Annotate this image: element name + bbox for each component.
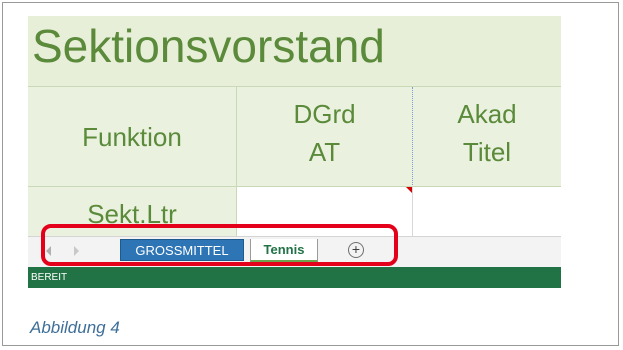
header-cell-dgrd[interactable]: DGrd AT [237,87,413,187]
status-bar: BEREIT [28,267,561,288]
highlight-box [41,224,398,266]
header-cell-akad[interactable]: Akad Titel [413,87,561,187]
header-akad-line2: Titel [462,137,512,167]
header-funktion-label: Funktion [82,122,182,152]
title-band: Sektionsvorstand [28,16,561,86]
header-dgrd-line1: DGrd [293,99,356,129]
header-akad-line1: Akad [457,99,517,129]
sheet-title: Sektionsvorstand [32,20,385,72]
header-cell-funktion[interactable]: Funktion [28,87,237,187]
status-text: BEREIT [31,272,68,283]
figure-caption: Abbildung 4 [30,318,120,337]
header-dgrd-line2: AT [308,137,341,167]
comment-indicator-icon [406,187,412,193]
header-row: Funktion DGrd AT Akad Titel [28,86,561,187]
